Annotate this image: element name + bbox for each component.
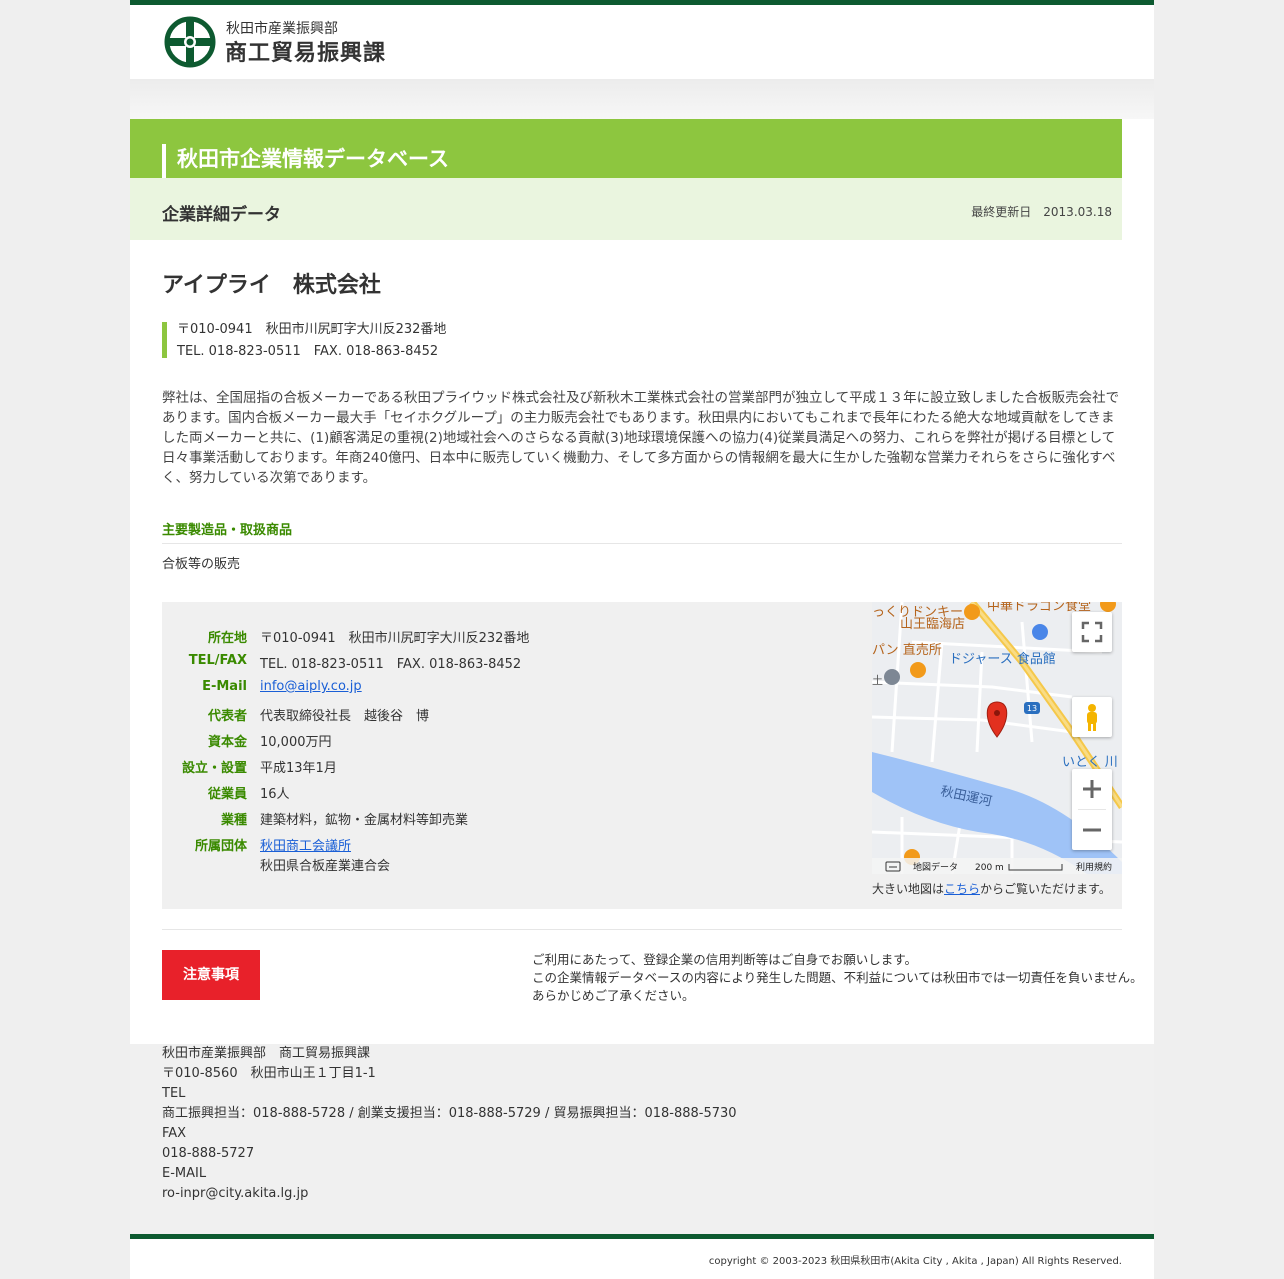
divider [162, 929, 1122, 930]
map-label-tsuchi: 土 [872, 674, 883, 687]
notice-button[interactable]: 注意事項 [162, 950, 260, 1000]
footer-tel-numbers: 商工振興担当：018-888-5728 / 創業支援担当：018-888-572… [162, 1106, 737, 1121]
products-heading: 主要製造品・取扱商品 [162, 523, 293, 538]
products-value: 合板等の販売 [162, 557, 241, 572]
header-gradient [130, 79, 1154, 119]
zoom-in-button[interactable] [1072, 769, 1112, 809]
db-title-banner: 秋田市企業情報データベース [130, 119, 1122, 178]
map-note-prefix: 大きい地図は [872, 882, 945, 896]
info-value-established: 平成13年1月 [260, 761, 337, 776]
map-label-dodgers: ドジャース 食品館 [949, 651, 1056, 667]
info-value-affiliation-2: 秋田県合板産業連合会 [260, 859, 391, 874]
city-emblem-icon[interactable] [164, 16, 216, 68]
page-title: 企業詳細データ [162, 205, 281, 225]
affiliation-link[interactable]: 秋田商工会議所 [260, 835, 351, 854]
map-terms-link[interactable]: 利用規約 [1076, 861, 1112, 873]
map-note-suffix: からご覧いただけます。 [980, 882, 1111, 896]
db-title: 秋田市企業情報データベース [177, 147, 449, 171]
notice-line-3: あらかじめご了承ください。 [532, 988, 695, 1003]
footer-email-label: E-MAIL [162, 1166, 207, 1181]
info-label-email: E-Mail [202, 679, 247, 694]
footer-email: ro-inpr@city.akita.lg.jp [162, 1186, 309, 1201]
fullscreen-icon [1081, 621, 1103, 643]
embedded-map[interactable]: 13 っくりドンキー 山王臨海店 中華ドラゴン食堂 パン 直売所 ドジャース 食… [872, 602, 1122, 874]
info-value-industry: 建築材料，鉱物・金属材料等卸売業 [260, 813, 469, 828]
plus-icon [1083, 780, 1101, 798]
header-section[interactable]: 商工貿易振興課 [225, 35, 386, 67]
footer-address: 〒010-8560 秋田市山王１丁目1-1 [162, 1066, 376, 1081]
fullscreen-button[interactable] [1072, 612, 1112, 652]
updated-date: 2013.03.18 [1043, 205, 1112, 219]
info-label-address: 所在地 [207, 631, 247, 646]
email-link[interactable]: info@aiply.co.jp [260, 679, 362, 694]
updated-label: 最終更新日 [971, 205, 1032, 219]
info-value-capital: 10,000万円 [260, 735, 332, 750]
footer-contact: 秋田市産業振興部 商工貿易振興課 〒010-8560 秋田市山王１丁目1-1 T… [162, 1044, 737, 1204]
large-map-link[interactable]: こちら [944, 882, 980, 896]
notice-line-2: この企業情報データベースの内容により発生した問題、不利益については秋田市では一切… [532, 970, 1143, 985]
info-label-industry: 業種 [220, 813, 247, 828]
pegman-icon [1087, 704, 1097, 731]
footer-fax-label: FAX [162, 1126, 187, 1141]
info-label-telfax: TEL/FAX [188, 653, 247, 668]
zoom-out-button[interactable] [1072, 810, 1112, 850]
street-view-button[interactable] [1072, 697, 1112, 737]
info-value-employees: 16人 [260, 787, 290, 802]
notice-line-1: ご利用にあたって、登録企業の信用判断等はご自身でお願いします。 [532, 952, 918, 967]
info-label-established: 設立・設置 [181, 761, 247, 776]
copyright: copyright © 2003-2023 秋田県秋田市(Akita City … [708, 1256, 1122, 1267]
map-label-itoku: いとく 川 [1062, 755, 1118, 770]
info-label-capital: 資本金 [207, 735, 247, 750]
company-address: 〒010-0941 秋田市川尻町字大川反232番地 [177, 322, 447, 337]
subheader: 企業詳細データ 最終更新日 2013.03.18 [130, 178, 1122, 240]
notice-text: ご利用にあたって、登録企業の信用判断等はご自身でお願いします。 この企業情報デー… [532, 951, 1143, 1005]
info-table: 所在地 〒010-0941 秋田市川尻町字大川反232番地 TEL/FAX TE… [162, 602, 1122, 909]
zoom-controls [1072, 769, 1112, 850]
info-label-employees: 従業員 [207, 787, 247, 802]
footer-fax-number: 018-888-5727 [162, 1146, 255, 1161]
company-description: 弊社は、全国屈指の合板メーカーである秋田プライウッド株式会社及び新秋木工業株式会… [162, 390, 1120, 486]
minus-icon [1083, 828, 1101, 832]
map-note: 大きい地図はこちらからご覧いただけます。 [872, 880, 1111, 897]
company-address-box: 〒010-0941 秋田市川尻町字大川反232番地 TEL. 018-823-0… [162, 322, 447, 359]
map-scale-label: 200 m [975, 863, 1004, 873]
footer-border [130, 1234, 1154, 1239]
footer-dept: 秋田市産業振興部 商工貿易振興課 [162, 1046, 371, 1061]
info-label-representative: 代表者 [207, 709, 247, 724]
map-label-pan: パン 直売所 [872, 642, 942, 658]
company-telfax: TEL. 018-823-0511 FAX. 018-863-8452 [177, 344, 439, 359]
info-value-representative: 代表取締役社長 越後谷 博 [260, 709, 430, 724]
site-header: 秋田市産業振興部 商工貿易振興課 [130, 5, 1154, 79]
last-updated: 最終更新日 2013.03.18 [963, 203, 1112, 220]
map-label-sanno: 山王臨海店 [900, 617, 965, 632]
info-value-telfax: TEL. 018-823-0511 FAX. 018-863-8452 [260, 657, 522, 672]
company-name: アイプライ 株式会社 [162, 273, 381, 298]
footer-tel-label: TEL [162, 1086, 186, 1101]
title-accent-bar [162, 144, 166, 178]
site-footer: 秋田市産業振興部 商工貿易振興課 〒010-8560 秋田市山王１丁目1-1 T… [130, 1044, 1154, 1234]
info-label-affiliation: 所属団体 [194, 839, 247, 854]
page: 秋田市産業振興部 商工貿易振興課 秋田市企業情報データベース 企業詳細データ 最… [130, 0, 1154, 1279]
map-attribution: 地図データ [913, 861, 958, 873]
divider [162, 543, 1122, 544]
route-label: 13 [1027, 704, 1037, 713]
info-value-address: 〒010-0941 秋田市川尻町字大川反232番地 [260, 631, 530, 646]
